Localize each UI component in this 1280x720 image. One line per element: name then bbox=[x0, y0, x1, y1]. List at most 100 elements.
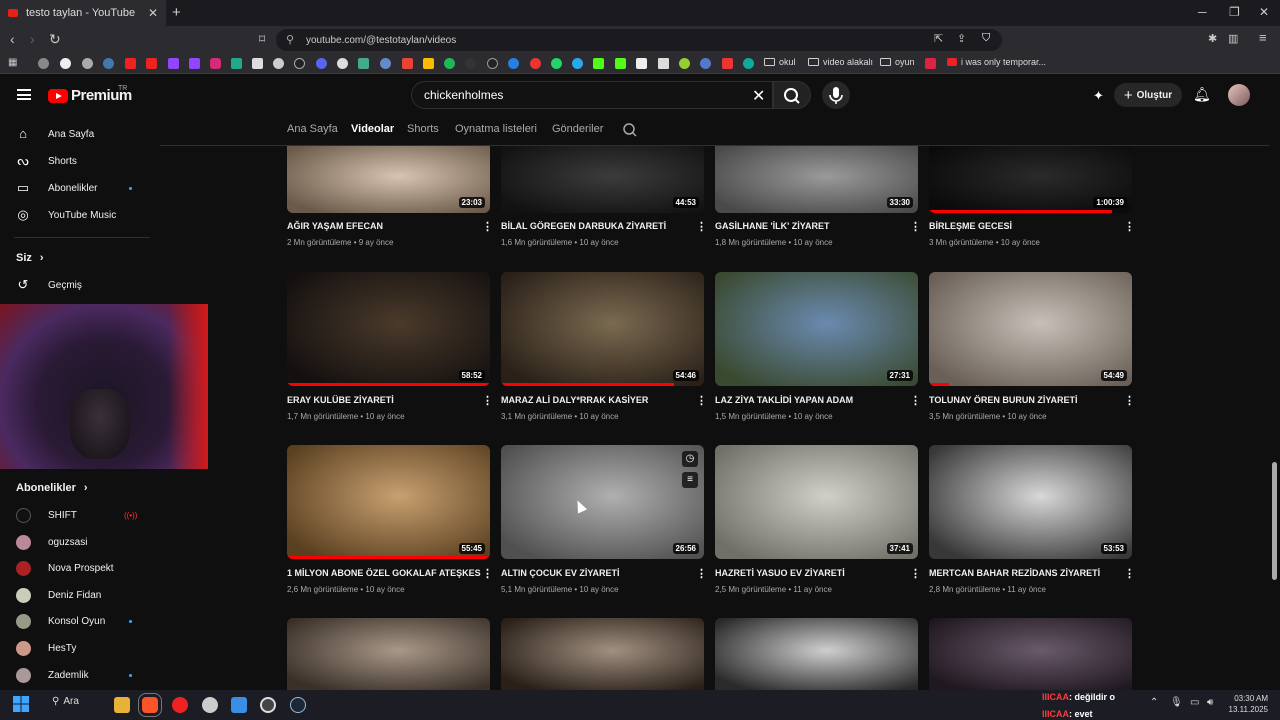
bookmark-site-icon[interactable] bbox=[358, 58, 369, 69]
network-icon[interactable]: ▭ bbox=[1190, 697, 1199, 708]
bookmark-history-icon[interactable] bbox=[38, 58, 49, 69]
bookmark-twitch-icon[interactable] bbox=[168, 58, 179, 69]
video-thumbnail[interactable]: 58:52 bbox=[287, 272, 490, 386]
bookmark-site-icon[interactable] bbox=[103, 58, 114, 69]
clear-search-icon[interactable]: ✕ bbox=[752, 86, 765, 106]
app-icon[interactable] bbox=[202, 697, 218, 713]
bookmark-youtube-icon[interactable] bbox=[125, 58, 136, 69]
video-thumbnail[interactable]: 53:53 bbox=[929, 445, 1132, 559]
video-title[interactable]: HAZRETİ YASUO EV ZİYARETİ bbox=[715, 568, 845, 578]
bookmark-site-icon[interactable] bbox=[530, 58, 541, 69]
video-title[interactable]: ERAY KULÜBE ZİYARETİ bbox=[287, 395, 394, 405]
video-thumbnail[interactable]: 55:45 bbox=[287, 445, 490, 559]
microphone-tray-icon[interactable]: 🎙︎ bbox=[1170, 697, 1183, 708]
bookmark-folder-okul[interactable]: okul bbox=[764, 57, 796, 67]
minimize-icon[interactable]: ─ bbox=[1198, 5, 1207, 19]
bookmark-spotify-icon[interactable] bbox=[444, 58, 455, 69]
open-external-icon[interactable]: ⇱ bbox=[934, 32, 943, 45]
bookmark-site-icon[interactable] bbox=[700, 58, 711, 69]
bookmark-site-icon[interactable] bbox=[508, 58, 519, 69]
video-title[interactable]: ALTIN ÇOCUK EV ZİYARETİ bbox=[501, 568, 620, 578]
video-thumbnail[interactable] bbox=[287, 618, 490, 690]
brave-browser-icon[interactable] bbox=[138, 693, 162, 717]
bookmark-telegram-icon[interactable] bbox=[572, 58, 583, 69]
subscription-oguzsasi[interactable]: oguzsasi bbox=[16, 535, 87, 550]
video-thumbnail[interactable]: 54:46 bbox=[501, 272, 704, 386]
close-tab-icon[interactable]: ✕ bbox=[148, 6, 158, 20]
bookmark-site-icon[interactable] bbox=[679, 58, 690, 69]
video-title[interactable]: MARAZ ALİ DALY*RRAK KASİYER bbox=[501, 395, 648, 405]
bookmark-google-icon[interactable] bbox=[60, 58, 71, 69]
bookmark-folder-video[interactable]: video alakalı bbox=[808, 57, 873, 67]
bookmark-folder-oyun[interactable]: oyun bbox=[880, 57, 915, 67]
add-to-queue-icon[interactable]: ≡ bbox=[682, 472, 698, 488]
bookmark-site-icon[interactable] bbox=[925, 58, 936, 69]
bookmark-site-icon[interactable] bbox=[273, 58, 284, 69]
back-icon[interactable]: ‹ bbox=[10, 31, 15, 47]
bookmark-gmail-icon[interactable] bbox=[402, 58, 413, 69]
video-title[interactable]: LAZ ZİYA TAKLİDİ YAPAN ADAM bbox=[715, 395, 853, 405]
volume-icon[interactable]: 🔊︎ bbox=[1207, 697, 1213, 708]
more-actions-icon[interactable]: ⋮ bbox=[910, 567, 921, 580]
video-thumbnail[interactable]: 1:00:39 bbox=[929, 146, 1132, 213]
extensions-icon[interactable]: ✱ bbox=[1208, 32, 1217, 45]
tab-shorts[interactable]: Shorts bbox=[407, 123, 439, 135]
bookmark-icon[interactable]: ⌑ bbox=[259, 32, 265, 46]
obs-icon[interactable] bbox=[260, 697, 276, 713]
bookmark-tiktok-icon[interactable] bbox=[294, 58, 305, 69]
more-actions-icon[interactable]: ⋮ bbox=[696, 220, 707, 233]
bookmark-discord-icon[interactable] bbox=[316, 58, 327, 69]
bookmark-whatsapp-icon[interactable] bbox=[551, 58, 562, 69]
bookmark-site-icon[interactable] bbox=[743, 58, 754, 69]
more-actions-icon[interactable]: ⋮ bbox=[482, 220, 493, 233]
bookmark-settings-icon[interactable] bbox=[82, 58, 93, 69]
more-actions-icon[interactable]: ⋮ bbox=[910, 220, 921, 233]
tray-chevron-icon[interactable]: ⌃ bbox=[1150, 697, 1158, 708]
video-thumbnail[interactable]: 26:56 ◷ ≡ bbox=[501, 445, 704, 559]
video-thumbnail[interactable]: 37:41 bbox=[715, 445, 918, 559]
video-thumbnail[interactable] bbox=[501, 618, 704, 690]
subscription-nova-prospekt[interactable]: Nova Prospekt bbox=[16, 561, 114, 576]
tab-home[interactable]: Ana Sayfa bbox=[287, 123, 338, 135]
more-actions-icon[interactable]: ⋮ bbox=[1124, 394, 1135, 407]
create-button[interactable]: + Oluştur bbox=[1114, 83, 1182, 107]
video-title[interactable]: 1 MİLYON ABONE ÖZEL GOKALAF ATEŞKES bbox=[287, 568, 481, 578]
more-actions-icon[interactable]: ⋮ bbox=[1124, 220, 1135, 233]
new-tab-button[interactable]: + bbox=[172, 4, 181, 21]
more-actions-icon[interactable]: ⋮ bbox=[696, 567, 707, 580]
more-actions-icon[interactable]: ⋮ bbox=[696, 394, 707, 407]
video-title[interactable]: GASİLHANE 'İLK' ZİYARET bbox=[715, 221, 829, 231]
more-actions-icon[interactable]: ⋮ bbox=[1124, 567, 1135, 580]
tab-videos[interactable]: Videolar bbox=[351, 123, 394, 135]
site-info-icon[interactable]: ⚲ bbox=[286, 33, 294, 46]
video-thumbnail[interactable]: 23:03 bbox=[287, 146, 490, 213]
video-thumbnail[interactable] bbox=[929, 618, 1132, 690]
account-avatar[interactable] bbox=[1228, 84, 1250, 106]
sidebar-subscriptions-header[interactable]: Abonelikler › bbox=[16, 482, 88, 494]
bookmark-youtube-icon[interactable] bbox=[146, 58, 157, 69]
bookmark-instagram-icon[interactable] bbox=[210, 58, 221, 69]
reload-icon[interactable]: ↻ bbox=[49, 31, 61, 48]
menu-icon[interactable]: ≡ bbox=[1259, 30, 1267, 45]
more-actions-icon[interactable]: ⋮ bbox=[910, 394, 921, 407]
search-input[interactable]: chickenholmes bbox=[411, 81, 773, 109]
close-window-icon[interactable]: ✕ bbox=[1259, 5, 1269, 19]
sidebar-item-youtube-music[interactable]: ◎ YouTube Music bbox=[16, 208, 116, 222]
bookmark-site-icon[interactable] bbox=[465, 58, 476, 69]
chat-ai-icon[interactable]: ✦ bbox=[1093, 88, 1104, 104]
bookmark-site-icon[interactable] bbox=[380, 58, 391, 69]
bookmark-site-icon[interactable] bbox=[337, 58, 348, 69]
url-field[interactable]: ⚲ youtube.com/@testotaylan/videos bbox=[276, 29, 1002, 51]
youtube-premium-logo[interactable]: Premium TR bbox=[48, 85, 132, 104]
more-actions-icon[interactable]: ⋮ bbox=[482, 394, 493, 407]
bookmark-kick-icon[interactable] bbox=[593, 58, 604, 69]
bookmark-site-icon[interactable] bbox=[231, 58, 242, 69]
taskbar-search[interactable]: ⚲ Ara bbox=[52, 696, 79, 707]
video-thumbnail[interactable]: 54:49 bbox=[929, 272, 1132, 386]
video-thumbnail[interactable]: 27:31 bbox=[715, 272, 918, 386]
video-title[interactable]: MERTCAN BAHAR REZİDANS ZİYARETİ bbox=[929, 568, 1100, 578]
tab-playlists[interactable]: Oynatma listeleri bbox=[455, 123, 537, 135]
restore-icon[interactable]: ❐ bbox=[1229, 5, 1240, 19]
bookmark-site-icon[interactable] bbox=[722, 58, 733, 69]
file-explorer-icon[interactable] bbox=[114, 697, 130, 713]
